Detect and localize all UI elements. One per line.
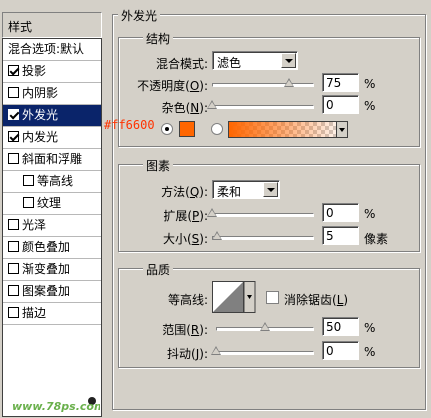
noise-slider[interactable] (212, 105, 314, 109)
chevron-down-icon (339, 128, 345, 132)
style-checkbox[interactable] (8, 153, 19, 164)
quality-title: 品质 (143, 261, 174, 278)
style-item[interactable]: 图案叠加 (3, 281, 101, 303)
style-item-label: 光泽 (22, 218, 47, 232)
range-slider-thumb[interactable] (260, 322, 270, 331)
style-checkbox[interactable] (8, 307, 19, 318)
blend-mode-value: 滤色 (217, 56, 242, 70)
styles-list: 混合选项:默认投影内阴影外发光内发光斜面和浮雕等高线纹理光泽颜色叠加渐变叠加图案… (2, 38, 102, 417)
blend-mode-select[interactable]: 滤色 (212, 51, 298, 70)
style-item[interactable]: 外发光 (3, 105, 101, 127)
spread-input[interactable]: 0 (322, 203, 359, 222)
color-radio[interactable] (161, 123, 173, 135)
chevron-down-icon[interactable] (263, 182, 278, 197)
noise-unit: % (364, 99, 376, 113)
watermark-text: www.78ps.com (12, 400, 100, 413)
style-item[interactable]: 颜色叠加 (3, 237, 101, 259)
opacity-slider-thumb[interactable] (283, 78, 294, 87)
watermark: www.78ps.com (10, 393, 105, 413)
style-item[interactable]: 斜面和浮雕 (3, 149, 101, 171)
style-item[interactable]: 内阴影 (3, 83, 101, 105)
size-unit: 像素 (364, 232, 389, 246)
jitter-label: 抖动(J): (167, 347, 208, 361)
glow-color-swatch[interactable] (179, 121, 195, 137)
jitter-input[interactable]: 0 (322, 341, 359, 360)
structure-title: 结构 (143, 30, 174, 47)
style-item[interactable]: 内发光 (3, 127, 101, 149)
style-item-label: 描边 (22, 306, 47, 320)
style-item-label: 混合选项:默认 (8, 42, 85, 56)
spread-slider[interactable] (212, 213, 314, 217)
contour-label: 等高线: (167, 293, 208, 307)
style-item-label: 图案叠加 (22, 284, 71, 298)
style-checkbox[interactable] (8, 131, 19, 142)
style-checkbox[interactable] (8, 87, 19, 98)
watermark-logo: www.78ps.com (12, 397, 105, 413)
spread-label: 扩展(P): (163, 209, 208, 223)
style-checkbox[interactable] (8, 263, 19, 274)
style-checkbox[interactable] (8, 241, 19, 252)
style-item[interactable]: 描边 (3, 303, 101, 325)
antialias-checkbox[interactable] (266, 291, 279, 304)
gradient-radio[interactable] (211, 123, 223, 135)
styles-panel: 样式 混合选项:默认投影内阴影外发光内发光斜面和浮雕等高线纹理光泽颜色叠加渐变叠… (0, 8, 105, 417)
noise-slider-thumb[interactable] (207, 100, 217, 109)
style-checkbox[interactable] (8, 219, 19, 230)
jitter-slider-thumb[interactable] (211, 346, 221, 355)
style-item-label: 渐变叠加 (22, 262, 71, 276)
range-input[interactable]: 50 (322, 317, 359, 336)
style-item[interactable]: 等高线 (3, 171, 101, 193)
style-item-label: 外发光 (22, 108, 59, 122)
style-item-label: 内阴影 (22, 86, 59, 100)
size-label: 大小(S): (162, 232, 208, 246)
contour-preview-icon (212, 281, 256, 313)
glow-gradient-picker[interactable] (228, 121, 348, 138)
gradient-dropdown[interactable] (336, 121, 348, 138)
opacity-input[interactable]: 75 (322, 73, 359, 92)
style-checkbox[interactable] (8, 65, 19, 76)
opacity-label: 不透明度(O): (137, 79, 208, 93)
style-item-label: 等高线 (37, 174, 74, 188)
opacity-unit: % (364, 77, 376, 91)
style-item[interactable]: 渐变叠加 (3, 259, 101, 281)
opacity-slider[interactable] (212, 83, 314, 87)
range-label: 范围(R): (162, 323, 208, 337)
antialias-label: 消除锯齿(L) (284, 293, 349, 307)
jitter-slider[interactable] (216, 351, 314, 355)
size-slider-thumb[interactable] (212, 231, 222, 240)
chevron-down-icon[interactable] (281, 53, 296, 68)
method-label: 方法(Q): (161, 185, 208, 199)
blend-mode-label: 混合模式: (155, 57, 208, 71)
style-item-label: 投影 (22, 64, 47, 78)
elements-title: 图素 (143, 157, 174, 174)
style-item-label: 颜色叠加 (22, 240, 71, 254)
size-slider[interactable] (212, 236, 314, 240)
jitter-unit: % (364, 345, 376, 359)
style-item[interactable]: 光泽 (3, 215, 101, 237)
spread-unit: % (364, 207, 376, 221)
contour-picker[interactable] (212, 281, 256, 313)
noise-input[interactable]: 0 (322, 95, 359, 114)
style-item-label: 纹理 (37, 196, 62, 210)
color-annotation: #ff6600 (104, 118, 155, 132)
style-checkbox[interactable] (8, 285, 19, 296)
spread-slider-thumb[interactable] (207, 208, 217, 217)
style-item[interactable]: 纹理 (3, 193, 101, 215)
outer-glow-title: 外发光 (118, 7, 161, 24)
size-input[interactable]: 5 (322, 226, 359, 245)
method-value: 柔和 (217, 185, 242, 199)
style-checkbox[interactable] (8, 109, 19, 120)
style-checkbox[interactable] (23, 197, 34, 208)
style-checkbox[interactable] (23, 175, 34, 186)
styles-header: 样式 (2, 12, 102, 38)
style-item-label: 斜面和浮雕 (22, 152, 83, 166)
style-item-label: 内发光 (22, 130, 59, 144)
style-item[interactable]: 混合选项:默认 (3, 39, 101, 61)
style-item[interactable]: 投影 (3, 61, 101, 83)
range-unit: % (364, 321, 376, 335)
method-select[interactable]: 柔和 (212, 180, 280, 199)
noise-label: 杂色(N): (161, 101, 208, 115)
